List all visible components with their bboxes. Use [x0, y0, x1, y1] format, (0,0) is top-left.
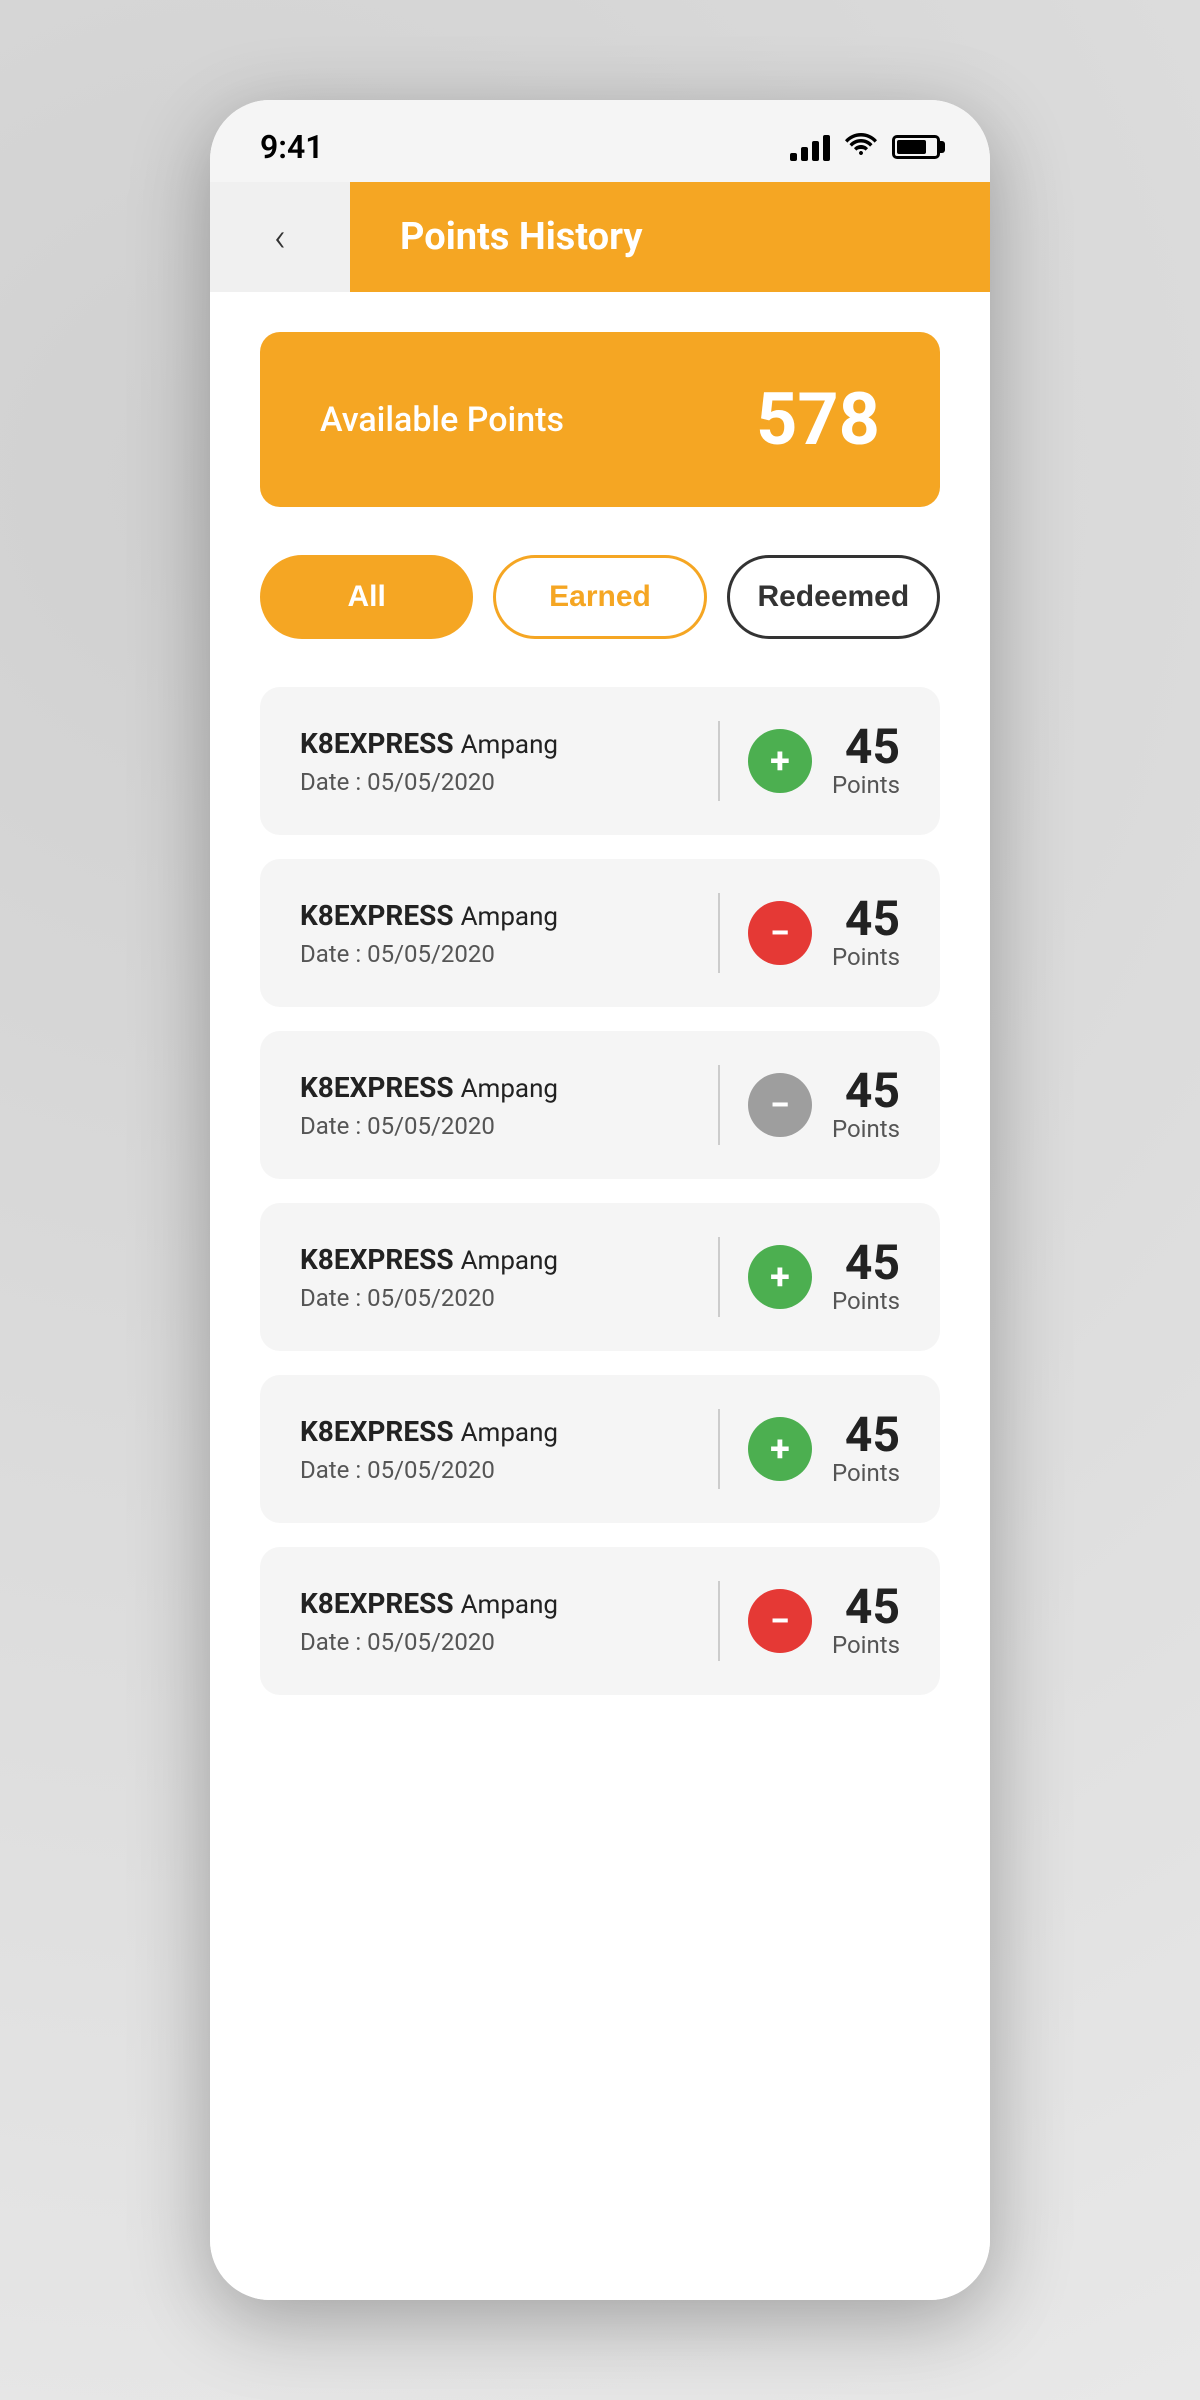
earn-icon: + [748, 729, 812, 793]
main-content: Available Points 578 All Earned Redeemed… [210, 292, 990, 2300]
transaction-points: 45 Points [832, 1583, 900, 1659]
tab-all[interactable]: All [260, 555, 473, 639]
header: ‹ Points History [210, 182, 990, 292]
divider [718, 1409, 720, 1489]
transaction-date: Date : 05/05/2020 [300, 1456, 558, 1484]
transaction-right: + 45 Points [748, 1239, 900, 1315]
transaction-date: Date : 05/05/2020 [300, 940, 558, 968]
divider [718, 893, 720, 973]
divider [718, 1065, 720, 1145]
status-icons [790, 131, 940, 164]
transaction-date: Date : 05/05/2020 [300, 1284, 558, 1312]
redeem-icon: − [748, 1589, 812, 1653]
transaction-right: − 45 Points [748, 895, 900, 971]
transaction-right: + 45 Points [748, 723, 900, 799]
transaction-info: K8EXPRESS Ampang Date : 05/05/2020 [300, 1071, 558, 1140]
list-item: K8EXPRESS Ampang Date : 05/05/2020 − 45 … [260, 1547, 940, 1695]
divider [718, 1237, 720, 1317]
transaction-info: K8EXPRESS Ampang Date : 05/05/2020 [300, 1587, 558, 1656]
signal-icon [790, 133, 830, 161]
header-title-bar: Points History [350, 182, 990, 292]
transaction-points: 45 Points [832, 895, 900, 971]
transaction-points: 45 Points [832, 1411, 900, 1487]
content-wrapper: 9:41 [210, 100, 990, 2300]
transaction-date: Date : 05/05/2020 [300, 1112, 558, 1140]
expired-icon: − [748, 1073, 812, 1137]
transaction-right: − 45 Points [748, 1067, 900, 1143]
transaction-points: 45 Points [832, 1067, 900, 1143]
filter-tabs: All Earned Redeemed [260, 555, 940, 639]
tab-redeemed[interactable]: Redeemed [727, 555, 940, 639]
transaction-points: 45 Points [832, 723, 900, 799]
transaction-date: Date : 05/05/2020 [300, 768, 558, 796]
available-points-label: Available Points [320, 400, 564, 440]
earn-icon: + [748, 1417, 812, 1481]
wifi-icon [844, 131, 878, 164]
transaction-info: K8EXPRESS Ampang Date : 05/05/2020 [300, 1243, 558, 1312]
page-title: Points History [400, 215, 642, 259]
back-arrow-icon: ‹ [274, 214, 286, 261]
transaction-store: K8EXPRESS Ampang [300, 1415, 558, 1448]
transaction-right: + 45 Points [748, 1411, 900, 1487]
available-points-card: Available Points 578 [260, 332, 940, 507]
earn-icon: + [748, 1245, 812, 1309]
status-bar: 9:41 [210, 100, 990, 182]
transaction-store: K8EXPRESS Ampang [300, 727, 558, 760]
redeem-icon: − [748, 901, 812, 965]
list-item: K8EXPRESS Ampang Date : 05/05/2020 + 45 … [260, 1375, 940, 1523]
transaction-info: K8EXPRESS Ampang Date : 05/05/2020 [300, 1415, 558, 1484]
divider [718, 721, 720, 801]
divider [718, 1581, 720, 1661]
list-item: K8EXPRESS Ampang Date : 05/05/2020 − 45 … [260, 859, 940, 1007]
list-item: K8EXPRESS Ampang Date : 05/05/2020 + 45 … [260, 1203, 940, 1351]
transaction-list: K8EXPRESS Ampang Date : 05/05/2020 + 45 … [260, 687, 940, 1695]
transaction-points: 45 Points [832, 1239, 900, 1315]
transaction-store: K8EXPRESS Ampang [300, 1243, 558, 1276]
transaction-right: − 45 Points [748, 1583, 900, 1659]
list-item: K8EXPRESS Ampang Date : 05/05/2020 − 45 … [260, 1031, 940, 1179]
transaction-date: Date : 05/05/2020 [300, 1628, 558, 1656]
transaction-info: K8EXPRESS Ampang Date : 05/05/2020 [300, 899, 558, 968]
transaction-store: K8EXPRESS Ampang [300, 1071, 558, 1104]
available-points-value: 578 [756, 377, 880, 462]
transaction-store: K8EXPRESS Ampang [300, 1587, 558, 1620]
status-time: 9:41 [260, 128, 324, 166]
battery-icon [892, 135, 940, 159]
list-item: K8EXPRESS Ampang Date : 05/05/2020 + 45 … [260, 687, 940, 835]
phone-frame: 9:41 [210, 100, 990, 2300]
back-button[interactable]: ‹ [210, 182, 350, 292]
transaction-store: K8EXPRESS Ampang [300, 899, 558, 932]
tab-earned[interactable]: Earned [493, 555, 706, 639]
transaction-info: K8EXPRESS Ampang Date : 05/05/2020 [300, 727, 558, 796]
